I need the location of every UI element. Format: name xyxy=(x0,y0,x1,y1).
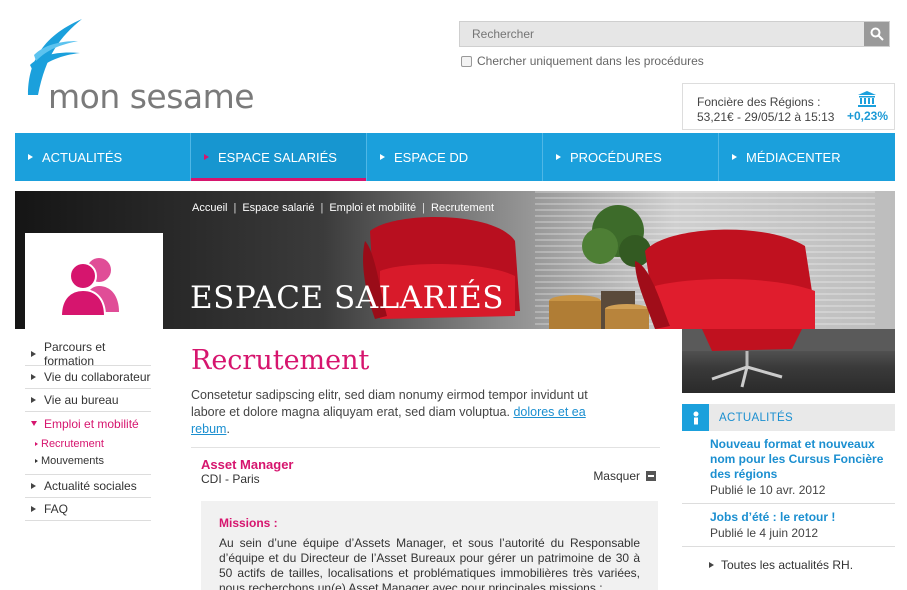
nav-item-mediacenter[interactable]: MÉDIACENTER xyxy=(719,133,895,181)
breadcrumb-item-emploi-mobilite[interactable]: Emploi et mobilité xyxy=(329,202,416,214)
logo-text: mon sesame xyxy=(48,77,255,116)
all-news-label: Toutes les actualités RH. xyxy=(721,558,854,572)
arrow-right-icon xyxy=(31,483,36,489)
news-date: Publié le 4 juin 2012 xyxy=(710,526,819,540)
bank-icon xyxy=(858,91,876,107)
left-menu: Parcours et formation Vie du collaborate… xyxy=(25,340,151,521)
section-icon-card xyxy=(25,233,163,329)
leftmenu-item-emploi-mobilite[interactable]: Emploi et mobilité xyxy=(25,412,151,435)
leftmenu-label: Emploi et mobilité xyxy=(44,416,139,431)
hide-toggle-button[interactable]: Masquer xyxy=(593,469,656,483)
arrow-right-icon xyxy=(709,562,714,568)
job-subtitle: CDI - Paris xyxy=(201,472,260,486)
search-bar xyxy=(459,21,890,47)
breadcrumb-item-espace-salarie[interactable]: Espace salarié xyxy=(242,202,314,214)
nav-label: MÉDIACENTER xyxy=(746,149,841,165)
search-input[interactable] xyxy=(460,22,864,46)
arrow-down-icon xyxy=(31,421,37,426)
job-title[interactable]: Asset Manager xyxy=(201,457,293,472)
arrow-right-icon xyxy=(31,397,36,403)
news-icon-box xyxy=(682,404,709,431)
leftmenu-sublabel: Mouvements xyxy=(41,454,104,467)
nav-label: ESPACE DD xyxy=(394,149,469,165)
search-button[interactable] xyxy=(864,22,889,46)
logo[interactable]: mon sesame xyxy=(20,15,270,113)
arrow-right-icon xyxy=(31,506,36,512)
search-only-procedures-label: Chercher uniquement dans les procédures xyxy=(477,54,704,68)
nav-arrow-icon xyxy=(204,154,209,160)
leftmenu-label: Actualité sociales xyxy=(44,479,137,493)
page: mon sesame Chercher uniquement dans les … xyxy=(0,0,907,590)
nav-label: ESPACE SALARIÉS xyxy=(218,149,337,165)
leftmenu-subitem-mouvements[interactable]: Mouvements xyxy=(25,452,151,469)
search-only-procedures-checkbox[interactable] xyxy=(461,55,472,67)
leftmenu-item-actualite-sociales[interactable]: Actualité sociales xyxy=(25,475,151,498)
arrow-right-icon xyxy=(35,458,38,463)
hero-title: ESPACE SALARIÉS xyxy=(190,280,505,316)
nav-arrow-icon xyxy=(380,154,385,160)
job-details: Missions : Au sein d’une équipe d’Assets… xyxy=(201,501,658,590)
info-person-icon xyxy=(693,411,698,424)
stock-change: +0,23% xyxy=(846,109,888,123)
hero-photo-continuation xyxy=(682,329,895,393)
nav-arrow-icon xyxy=(556,154,561,160)
leftmenu-label: Vie au bureau xyxy=(44,393,119,407)
arrow-right-icon xyxy=(31,351,36,357)
leftmenu-item-faq[interactable]: FAQ xyxy=(25,498,151,521)
news-header: ACTUALITÉS xyxy=(682,404,895,431)
search-only-procedures: Chercher uniquement dans les procédures xyxy=(461,54,704,68)
search-icon xyxy=(870,27,884,41)
leftmenu-label: Parcours et formation xyxy=(44,340,106,368)
job-offer: Asset Manager CDI - Paris Masquer Missio… xyxy=(191,447,660,590)
news-item: Jobs d’été : le retour ! Publié le 4 jui… xyxy=(682,504,895,547)
all-news-link[interactable]: Toutes les actualités RH. xyxy=(709,558,853,572)
leftmenu-item-parcours[interactable]: Parcours et formation xyxy=(25,340,151,368)
leftmenu-item-vie-collaborateur[interactable]: Vie du collaborateur xyxy=(25,366,151,389)
news-heading: ACTUALITÉS xyxy=(719,411,793,424)
leftmenu-label: Vie du collaborateur xyxy=(44,370,151,384)
nav-arrow-icon xyxy=(732,154,737,160)
breadcrumb: Accueil | Espace salarié | Emploi et mobil… xyxy=(192,202,495,214)
stock-widget: Foncière des Régions : 53,21€ - 29/05/12… xyxy=(682,83,895,130)
main-nav: ACTUALITÉS ESPACE SALARIÉS ESPACE DD PRO… xyxy=(15,133,895,181)
missions-text: Au sein d’une équipe d’Assets Manager, e… xyxy=(219,536,640,590)
intro-end: . xyxy=(226,422,230,436)
news-date: Publié le 10 avr. 2012 xyxy=(710,483,826,497)
intro-text: Consetetur sadipscing elitr, sed diam no… xyxy=(191,387,621,438)
chair-base-illustration xyxy=(682,329,895,388)
nav-label: ACTUALITÉS xyxy=(42,149,123,165)
news-title[interactable]: Jobs d’été : le retour ! xyxy=(710,510,895,525)
breadcrumb-item-accueil[interactable]: Accueil xyxy=(192,202,227,214)
minus-icon xyxy=(646,471,656,481)
hide-toggle-label: Masquer xyxy=(593,469,640,483)
news-item: Nouveau format et nouveaux nom pour les … xyxy=(682,431,895,504)
missions-heading: Missions : xyxy=(219,516,278,530)
leftmenu-sublabel: Recrutement xyxy=(41,437,104,450)
nav-item-procedures[interactable]: PROCÉDURES xyxy=(543,133,719,181)
nav-label: PROCÉDURES xyxy=(570,149,662,165)
news-list: Nouveau format et nouveaux nom pour les … xyxy=(682,431,895,547)
stock-name: Foncière des Régions : xyxy=(697,95,821,109)
nav-item-actualites[interactable]: ACTUALITÉS xyxy=(15,133,191,181)
news-title[interactable]: Nouveau format et nouveaux nom pour les … xyxy=(710,437,895,482)
nav-arrow-icon xyxy=(28,154,33,160)
arrow-right-icon xyxy=(35,441,38,446)
users-icon xyxy=(59,258,119,317)
page-title: Recrutement xyxy=(191,345,370,376)
arrow-right-icon xyxy=(31,374,36,380)
leftmenu-item-vie-bureau[interactable]: Vie au bureau xyxy=(25,389,151,412)
leftmenu-label: FAQ xyxy=(44,502,69,516)
nav-item-espace-salaries[interactable]: ESPACE SALARIÉS xyxy=(191,133,367,181)
leftmenu-subitem-recrutement[interactable]: Recrutement xyxy=(25,435,151,452)
stock-value: 53,21€ - 29/05/12 à 15:13 xyxy=(697,110,835,124)
nav-item-espace-dd[interactable]: ESPACE DD xyxy=(367,133,543,181)
breadcrumb-item-recrutement[interactable]: Recrutement xyxy=(431,202,494,214)
